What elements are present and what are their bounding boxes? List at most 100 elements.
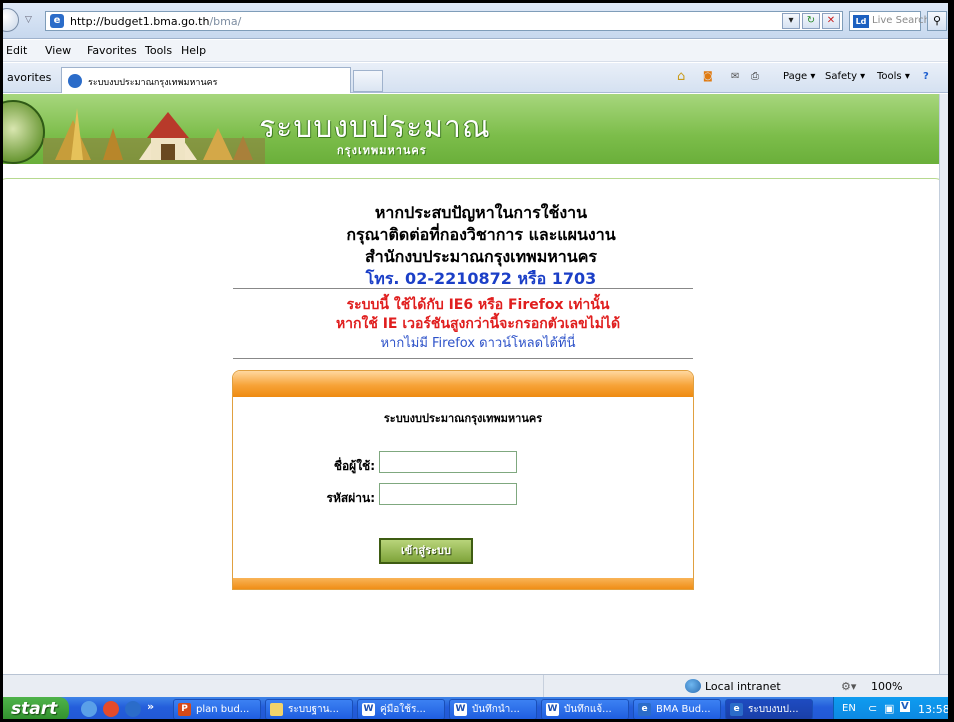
globe-icon: [685, 679, 701, 693]
divider-bottom: [233, 358, 693, 359]
url-path: /bma/: [209, 15, 242, 28]
menu-bar: Edit View Favorites Tools Help: [3, 40, 948, 62]
tools-command-menu[interactable]: Tools ▾: [877, 71, 910, 82]
security-zone[interactable]: Local intranet: [705, 680, 781, 693]
clock: 13:58: [918, 703, 950, 716]
zoom-level[interactable]: 100%: [871, 680, 902, 693]
start-button[interactable]: start: [3, 697, 69, 719]
help-icon[interactable]: ?: [923, 71, 929, 82]
bma-seal-logo: [3, 100, 45, 164]
print-icon[interactable]: ⎙: [751, 71, 759, 82]
search-placeholder: Live Search: [872, 15, 930, 26]
quicklaunch-chevron-icon[interactable]: »: [147, 700, 154, 713]
task-label-4: บันทึกนำ...: [472, 704, 520, 715]
task-label-6: BMA Bud...: [656, 704, 711, 715]
task-item-4[interactable]: W บันทึกนำ...: [449, 699, 537, 719]
task-item-2[interactable]: ระบบฐาน...: [265, 699, 353, 719]
page-menu[interactable]: Page ▾: [783, 71, 815, 82]
search-input[interactable]: Ld Live Search: [849, 11, 930, 31]
task-item-6[interactable]: e BMA Bud...: [633, 699, 721, 719]
contact-line-2: กรุณาติดต่อที่กองวิชาการ และแผนงาน: [346, 225, 616, 244]
refresh-icon[interactable]: ↻: [802, 13, 820, 29]
task-item-1[interactable]: Pplan bud...: [173, 699, 261, 719]
protected-mode-icon[interactable]: ⚙▾: [841, 680, 856, 693]
word-icon: W: [454, 703, 467, 716]
temple-illustration: [43, 108, 265, 164]
mail-icon[interactable]: ✉: [731, 71, 739, 82]
tab-active[interactable]: ระบบงบประมาณกรุงเทพมหานคร: [61, 67, 351, 93]
search-icon[interactable]: ⚲: [927, 11, 947, 31]
username-label: ชื่อผู้ใช้:: [333, 459, 375, 473]
language-indicator[interactable]: EN: [842, 703, 856, 714]
banner-subtitle: กรุงเทพมหานคร: [337, 144, 427, 157]
password-field[interactable]: [379, 483, 517, 505]
windows-taskbar: start » Pplan bud... ระบบฐาน... W คู่มือใ…: [3, 697, 950, 719]
task-item-3[interactable]: W คู่มือใช้ร...: [357, 699, 445, 719]
login-footer-bar: [233, 578, 693, 589]
login-button[interactable]: เข้าสู่ระบบ: [379, 538, 473, 564]
word-icon: W: [546, 703, 559, 716]
browser-notice: ระบบนี้ ใช้ได้กับ IE6 หรือ Firefox เท่าน…: [3, 296, 939, 353]
powerpoint-icon: P: [178, 703, 191, 716]
menu-view[interactable]: View: [45, 44, 71, 57]
page-content: ระบบงบประมาณ กรุงเทพมหานคร หากประสบปัญหา…: [3, 94, 939, 674]
menu-edit[interactable]: Edit: [6, 44, 27, 57]
quicklaunch-icon-2[interactable]: [103, 701, 119, 717]
ie-tab-icon: [68, 74, 82, 88]
network-icon[interactable]: ▣: [884, 702, 894, 715]
home-icon[interactable]: ⌂: [677, 69, 685, 84]
live-search-icon: Ld: [853, 15, 869, 28]
task-label-3: คู่มือใช้ร...: [380, 704, 426, 715]
address-toolbar: ▽ e http://budget1.bma.go.th/bma/ ▾ ↻ ✕ …: [3, 3, 948, 39]
url-host: http://budget1.bma.go.th: [70, 15, 210, 28]
password-label: รหัสผ่าน:: [326, 491, 375, 505]
address-dropdown-icon[interactable]: ▾: [782, 13, 800, 29]
address-bar[interactable]: e http://budget1.bma.go.th/bma/ ▾ ↻ ✕: [45, 11, 843, 31]
browser-window: ▽ e http://budget1.bma.go.th/bma/ ▾ ↻ ✕ …: [0, 0, 954, 722]
vertical-scrollbar[interactable]: [939, 94, 948, 674]
stop-icon[interactable]: ✕: [822, 13, 840, 29]
folder-icon: [270, 703, 283, 716]
ie-icon: e: [730, 703, 743, 716]
task-label-2: ระบบฐาน...: [288, 704, 339, 715]
antivirus-icon[interactable]: V: [900, 701, 910, 712]
task-item-5[interactable]: W บันทึกแจ้...: [541, 699, 629, 719]
quicklaunch-icon-1[interactable]: [81, 701, 97, 717]
tab-bar: avorites ระบบงบประมาณกรุงเทพมหานคร ⌂ ◙ ✉…: [3, 63, 948, 93]
firefox-download-link[interactable]: หากไม่มี Firefox ดาวน์โหลดได้ที่นี่: [17, 334, 939, 353]
task-item-7[interactable]: e ระบบงบป...: [725, 699, 813, 719]
login-header-bar: [233, 371, 693, 397]
contact-phone: โทร. 02-2210872 หรือ 1703: [365, 269, 597, 288]
tab-title: ระบบงบประมาณกรุงเทพมหานคร: [88, 78, 218, 88]
username-field[interactable]: [379, 451, 517, 473]
favorites-label[interactable]: avorites: [7, 71, 51, 84]
divider-top: [233, 288, 693, 289]
ie-page-icon: e: [50, 14, 64, 28]
safety-menu[interactable]: Safety ▾: [825, 71, 865, 82]
site-banner: ระบบงบประมาณ กรุงเทพมหานคร: [3, 94, 939, 164]
quicklaunch-ie-icon[interactable]: [125, 701, 141, 717]
new-tab-button[interactable]: [353, 70, 383, 92]
word-icon: W: [362, 703, 375, 716]
ie-icon: e: [638, 703, 651, 716]
login-title: ระบบงบประมาณกรุงเทพมหานคร: [383, 412, 543, 425]
menu-tools[interactable]: Tools: [145, 44, 172, 57]
system-tray: EN ⊂ ▣ V 13:58: [833, 697, 950, 719]
status-progress-segment: [543, 675, 683, 698]
task-label-7: ระบบงบป...: [748, 704, 799, 715]
task-label-1: plan bud...: [196, 704, 250, 715]
contact-line-1: หากประสบปัญหาในการใช้งาน: [374, 203, 588, 222]
status-bar: Local intranet ⚙▾ 100%: [3, 674, 948, 698]
tray-arrow-icon[interactable]: ⊂: [868, 702, 877, 715]
back-button[interactable]: [3, 8, 19, 32]
login-box: ระบบงบประมาณกรุงเทพมหานคร ชื่อผู้ใช้: รห…: [232, 370, 694, 590]
menu-favorites[interactable]: Favorites: [87, 44, 137, 57]
contact-info: หากประสบปัญหาในการใช้งาน กรุณาติดต่อที่ก…: [3, 202, 939, 290]
feeds-icon[interactable]: ◙: [703, 71, 713, 82]
task-label-5: บันทึกแจ้...: [564, 704, 612, 715]
contact-line-3: สำนักงบประมาณกรุงเทพมหานคร: [364, 247, 598, 266]
menu-help[interactable]: Help: [181, 44, 206, 57]
forward-dropdown-icon[interactable]: ▽: [25, 15, 32, 25]
notice-line-1: ระบบนี้ ใช้ได้กับ IE6 หรือ Firefox เท่าน…: [346, 297, 610, 313]
notice-line-2: หากใช้ IE เวอร์ชันสูงกว่านี้จะกรอกตัวเลข…: [335, 316, 621, 332]
